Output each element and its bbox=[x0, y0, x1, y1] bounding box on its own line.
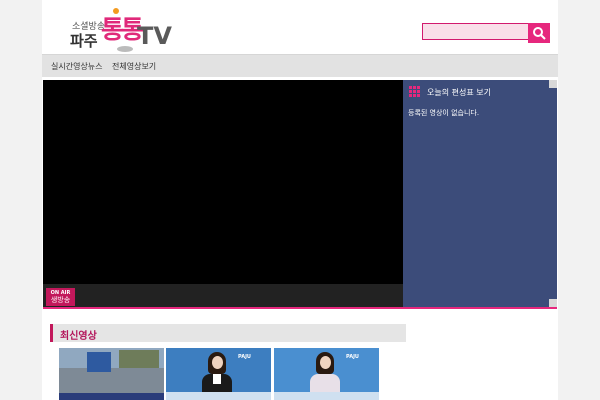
logo-tv-text: TV bbox=[137, 22, 172, 50]
grid-icon bbox=[409, 86, 420, 97]
logo-paju-text: 파주 bbox=[70, 32, 98, 50]
nav-item-all-videos[interactable]: 전체영상보기 bbox=[112, 61, 156, 72]
anchor-desk bbox=[274, 392, 379, 400]
schedule-header[interactable]: 오늘의 편성표 보기 bbox=[407, 86, 557, 100]
thumbnail-paju-label: PAJU bbox=[238, 354, 251, 360]
video-thumbnail-2[interactable]: PAJU bbox=[166, 348, 271, 400]
thumbnail-paju-label: PAJU bbox=[346, 354, 359, 360]
scroll-down-button[interactable] bbox=[549, 299, 557, 307]
search-input[interactable] bbox=[422, 23, 532, 40]
divider-line bbox=[43, 307, 557, 309]
live-label: 생방송 bbox=[50, 296, 71, 304]
onair-badge: ON AIR 생방송 bbox=[46, 288, 75, 306]
road-sign-image bbox=[87, 352, 111, 372]
schedule-panel: 오늘의 편성표 보기 등록된 영상이 없습니다. bbox=[403, 80, 557, 307]
video-thumbnail-3[interactable]: PAJU bbox=[274, 348, 379, 400]
thumbnail-caption-bar bbox=[59, 393, 164, 400]
scroll-up-button[interactable] bbox=[549, 80, 557, 88]
logo-shadow-decoration bbox=[117, 46, 133, 52]
schedule-title: 오늘의 편성표 보기 bbox=[427, 88, 491, 97]
nav-item-realtime-news[interactable]: 실시간영상뉴스 bbox=[51, 61, 103, 72]
main-nav: 실시간영상뉴스 전체영상보기 bbox=[42, 54, 558, 77]
logo-tongtong-text: 통통 bbox=[101, 15, 144, 44]
site-logo[interactable]: 소셜방송 파주 통통 TV bbox=[68, 6, 172, 52]
schedule-scrollbar[interactable] bbox=[549, 80, 557, 307]
latest-videos-title: 최신영상 bbox=[60, 331, 97, 342]
schedule-empty-message: 등록된 영상이 없습니다. bbox=[408, 109, 480, 117]
search-button[interactable] bbox=[528, 23, 550, 43]
onair-label: ON AIR bbox=[50, 290, 71, 296]
player-control-bar[interactable] bbox=[43, 284, 403, 307]
anchor-desk bbox=[166, 392, 271, 400]
video-player[interactable] bbox=[43, 80, 403, 307]
video-thumbnail-1[interactable] bbox=[59, 348, 164, 400]
search-icon bbox=[533, 27, 546, 40]
latest-videos-header: 최신영상 bbox=[50, 324, 406, 342]
